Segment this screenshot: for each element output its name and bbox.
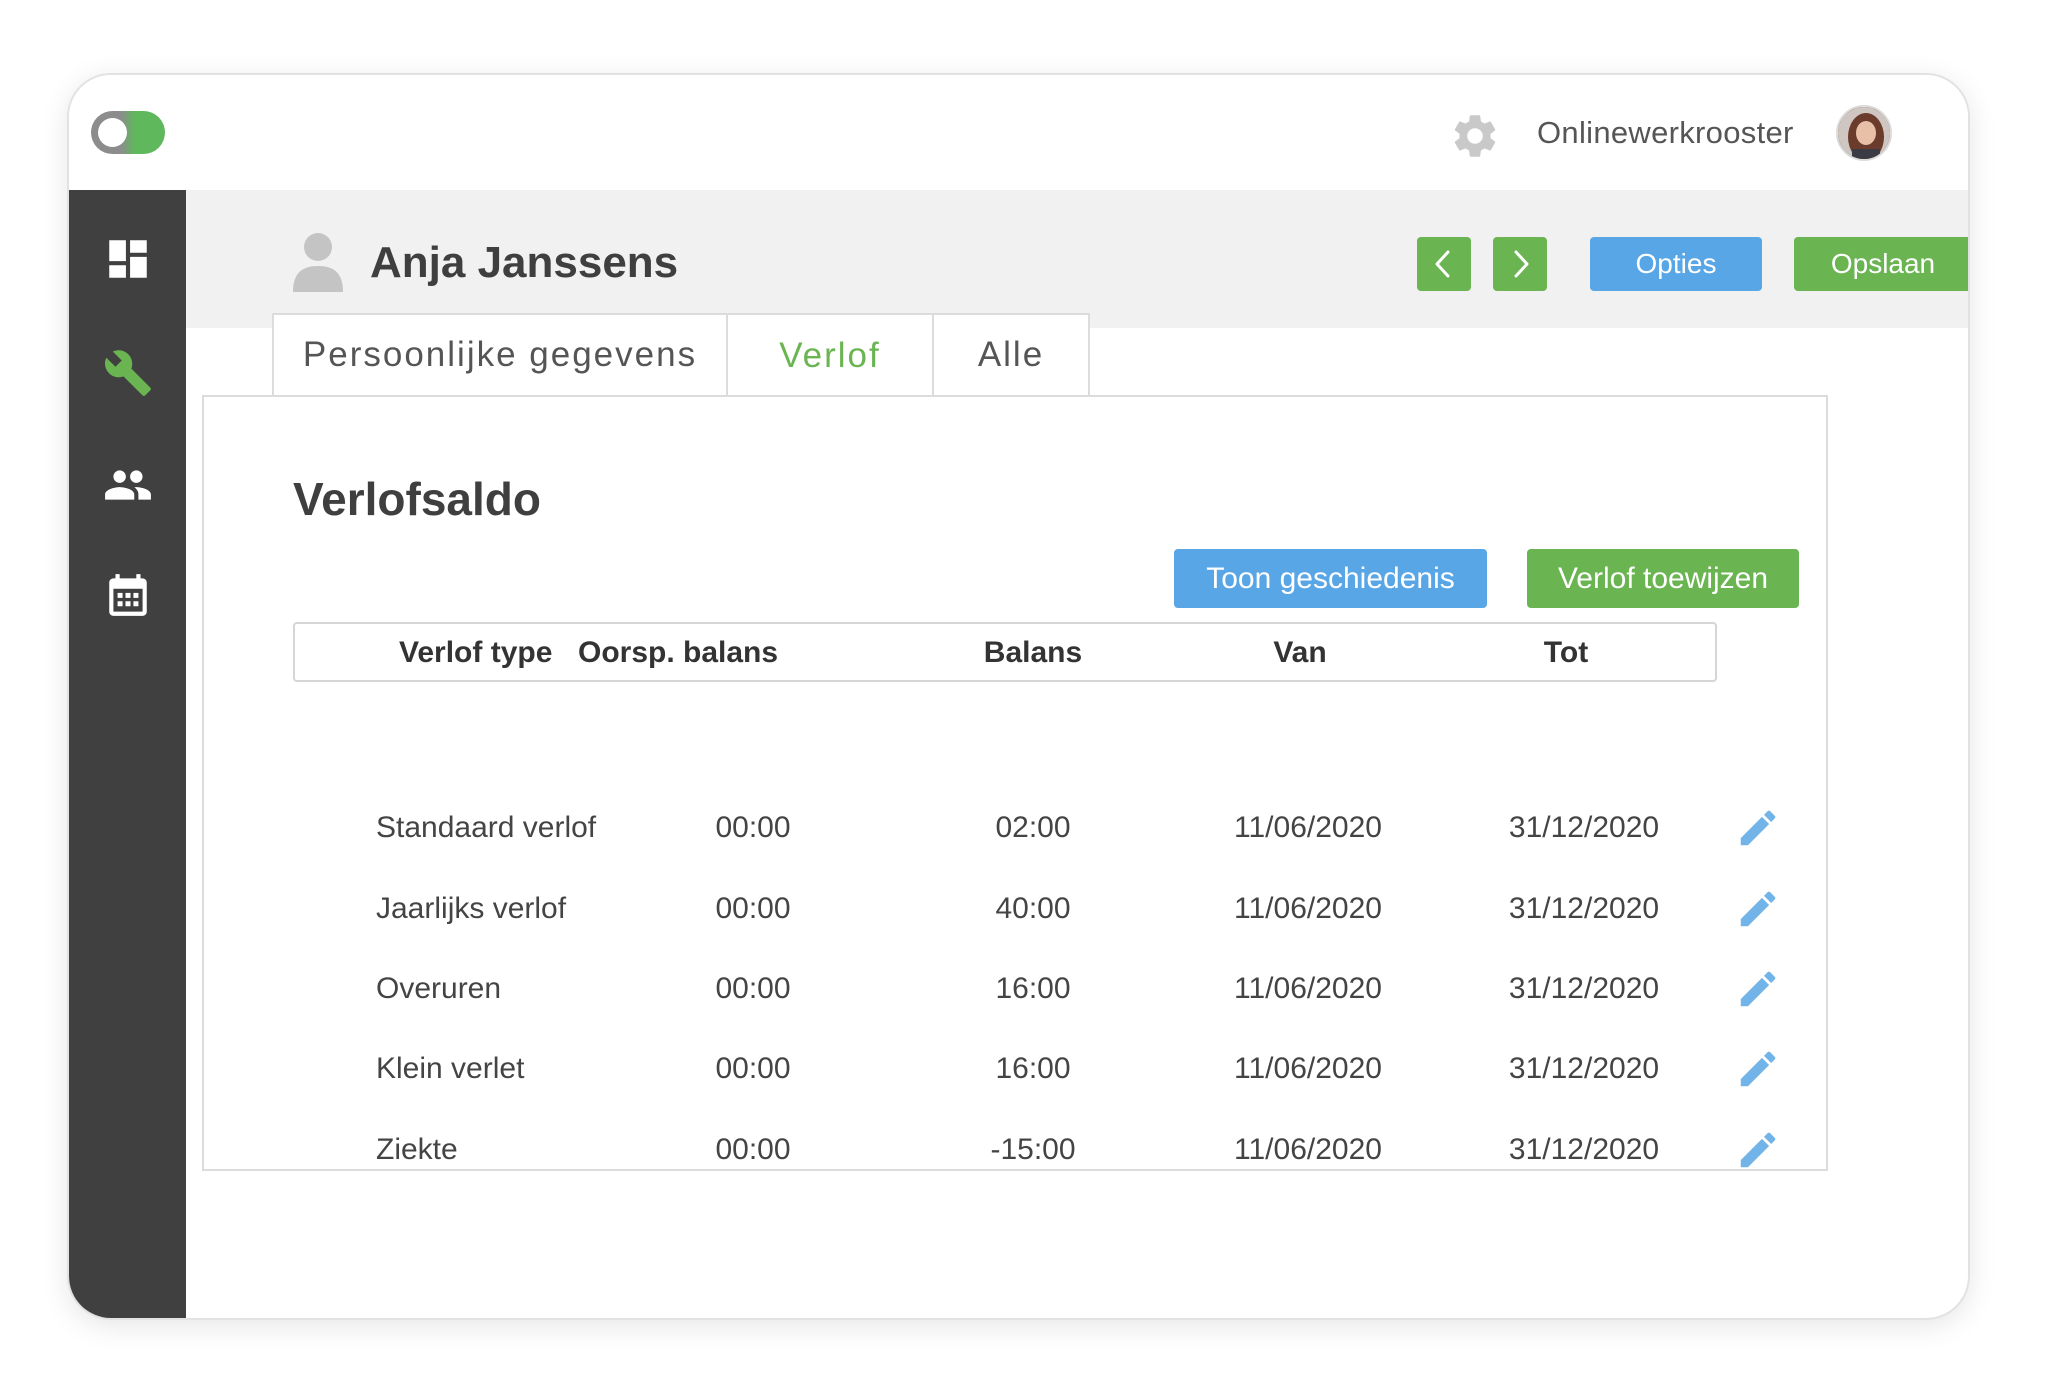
pencil-icon[interactable]: [1735, 966, 1781, 1012]
theme-toggle[interactable]: [91, 111, 165, 154]
cell-leave-type: Ziekte: [376, 1133, 458, 1166]
cell-balance: -15:00: [990, 1133, 1076, 1166]
table-header: Verlof type Oorsp. balans Balans Van Tot: [293, 622, 1717, 682]
table-row: Overuren 00:00 16:00 11/06/2020 31/12/20…: [0, 962, 2048, 1022]
save-button[interactable]: Opslaan: [1794, 237, 1968, 291]
cell-leave-type: Overuren: [376, 972, 502, 1005]
cell-to: 31/12/2020: [1508, 811, 1660, 844]
section-title: Verlofsaldo: [293, 473, 541, 525]
cell-to: 31/12/2020: [1508, 1133, 1660, 1166]
gear-icon[interactable]: [1449, 110, 1501, 162]
cell-from: 11/06/2020: [1234, 972, 1382, 1005]
show-history-button[interactable]: Toon geschiedenis: [1174, 549, 1487, 608]
dashboard-icon[interactable]: [103, 234, 153, 284]
pencil-icon[interactable]: [1735, 886, 1781, 932]
options-button[interactable]: Opties: [1590, 237, 1762, 291]
cell-balance: 16:00: [995, 1052, 1071, 1085]
toggle-knob: [98, 118, 127, 147]
pencil-icon[interactable]: [1735, 805, 1781, 851]
chevron-right-icon: [1514, 250, 1529, 278]
next-button[interactable]: [1493, 237, 1547, 291]
cell-from: 11/06/2020: [1234, 811, 1382, 844]
cell-from: 11/06/2020: [1234, 1052, 1382, 1085]
previous-button[interactable]: [1417, 237, 1471, 291]
employee-name: Anja Janssens: [370, 238, 679, 287]
assign-leave-button[interactable]: Verlof toewijzen: [1527, 549, 1799, 608]
cell-leave-type: Standaard verlof: [376, 811, 597, 844]
cell-original-balance: 00:00: [715, 811, 791, 844]
table-row: Standaard verlof 00:00 02:00 11/06/2020 …: [0, 801, 2048, 861]
person-icon: [293, 233, 343, 292]
tab-leave[interactable]: Verlof: [726, 313, 934, 397]
chevron-left-icon: [1435, 250, 1450, 278]
table-row: Jaarlijks verlof 00:00 40:00 11/06/2020 …: [0, 882, 2048, 942]
cell-to: 31/12/2020: [1508, 1052, 1660, 1085]
tab-personal[interactable]: Persoonlijke gegevens: [272, 313, 728, 395]
cell-leave-type: Jaarlijks verlof: [376, 892, 567, 925]
table-row: Klein verlet 00:00 16:00 11/06/2020 31/1…: [0, 1042, 2048, 1102]
users-icon[interactable]: [103, 460, 153, 510]
cell-original-balance: 00:00: [715, 972, 791, 1005]
cell-balance: 02:00: [995, 811, 1071, 844]
header-original-balance: Oorsp. balans: [578, 636, 779, 669]
cell-original-balance: 00:00: [715, 1133, 791, 1166]
employee-header: Anja Janssens Opties Opslaan: [186, 190, 1968, 328]
cell-to: 31/12/2020: [1508, 972, 1660, 1005]
cell-from: 11/06/2020: [1234, 1133, 1382, 1166]
top-bar: Onlinewerkrooster: [69, 75, 1968, 190]
cell-balance: 16:00: [995, 972, 1071, 1005]
cell-to: 31/12/2020: [1508, 892, 1660, 925]
pencil-icon[interactable]: [1735, 1046, 1781, 1092]
cell-original-balance: 00:00: [715, 892, 791, 925]
table-row: Ziekte 00:00 -15:00 11/06/2020 31/12/202…: [0, 1123, 2048, 1183]
brand-name: Onlinewerkrooster: [1537, 115, 1794, 150]
tab-all[interactable]: Alle: [932, 313, 1090, 395]
header-leave-type: Verlof type: [399, 636, 553, 669]
cell-from: 11/06/2020: [1234, 892, 1382, 925]
calendar-icon[interactable]: [103, 570, 153, 620]
cell-leave-type: Klein verlet: [376, 1052, 525, 1085]
pencil-icon[interactable]: [1735, 1127, 1781, 1173]
avatar[interactable]: [1836, 105, 1892, 161]
header-balance: Balans: [983, 636, 1083, 669]
header-to: Tot: [1543, 636, 1589, 669]
wrench-icon[interactable]: [103, 348, 153, 398]
cell-balance: 40:00: [995, 892, 1071, 925]
cell-original-balance: 00:00: [715, 1052, 791, 1085]
avatar-image: [1838, 107, 1890, 159]
header-from: Van: [1273, 636, 1327, 669]
